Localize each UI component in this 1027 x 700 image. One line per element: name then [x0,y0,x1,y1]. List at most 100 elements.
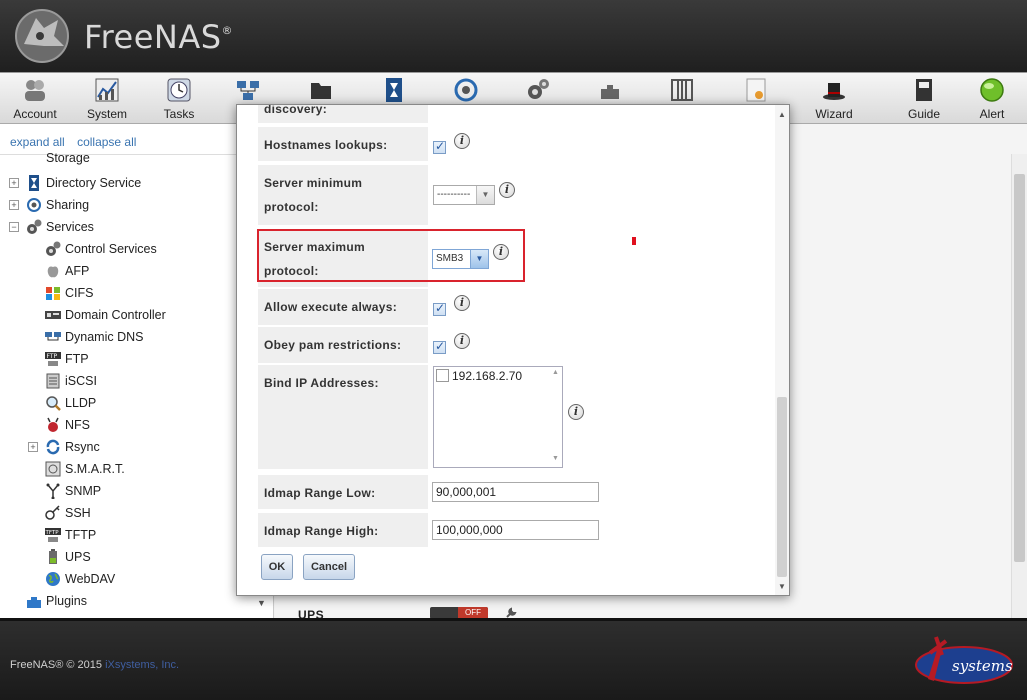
magnifier-icon [46,396,61,411]
toolbar-wizard[interactable]: Wizard [804,75,864,123]
bind-ip-checkbox[interactable] [436,369,449,382]
sidebar-item-domain-controller[interactable]: Domain Controller [0,305,273,325]
ixsystems-link[interactable]: iXsystems, Inc. [105,659,179,671]
form-row-bind-ip-addresses: Bind IP Addresses: 192.168.2.70 ▲ ▼ i [258,365,773,469]
tasks-icon [167,78,191,102]
server-min-protocol-select[interactable]: ---------- ▼ [433,185,495,205]
sidebar-item-nfs[interactable]: NFS [0,415,273,435]
dialog-scrollbar-thumb[interactable] [777,397,787,577]
obey-pam-restrictions-checkbox[interactable] [433,339,446,354]
scroll-down-icon[interactable]: ▼ [552,455,559,462]
sidebar-item-ftp[interactable]: FTP FTP [0,349,273,369]
toolbar-guide[interactable]: Guide [894,75,954,123]
sidebar-item-cifs[interactable]: CIFS [0,283,273,303]
network-icon [237,81,259,100]
toolbar-alert[interactable]: Alert [962,75,1022,123]
sidebar-item-afp[interactable]: AFP [0,261,273,281]
expand-all-link[interactable]: expand all [10,135,65,149]
info-icon[interactable]: i [568,404,584,420]
globe-icon [46,572,60,586]
idmap-range-low-input[interactable]: 90,000,001 [432,482,599,502]
allow-execute-always-checkbox[interactable] [433,301,446,316]
sidebar-item-ups[interactable]: UPS [0,547,273,567]
sidebar-item-iscsi[interactable]: iSCSI [0,371,273,391]
nfs-icon [47,417,59,432]
sidebar-item-sharing[interactable]: + Sharing [0,195,273,215]
directory-icon [386,78,402,102]
plugins-icon [601,85,619,99]
collapse-all-link[interactable]: collapse all [77,135,136,149]
ssh-icon [45,505,60,520]
iscsi-icon [46,373,60,389]
expand-icon[interactable]: + [9,200,19,210]
sidebar-item-control-services[interactable]: Control Services [0,239,273,259]
tree-controls: expand all collapse all [10,135,145,149]
jails-icon [671,79,693,101]
svg-text:TFTP: TFTP [45,530,59,536]
scroll-down-icon[interactable]: ▼ [778,582,786,591]
expand-icon[interactable]: + [28,442,38,452]
scroll-up-icon[interactable]: ▲ [552,369,559,376]
svg-text:FTP: FTP [47,353,58,360]
sidebar-item-smart[interactable]: S.M.A.R.T. [0,459,273,479]
snmp-icon [46,483,60,499]
info-icon[interactable]: i [454,133,470,149]
control-services-icon [46,241,61,256]
sidebar-item-ssh[interactable]: SSH [0,503,273,523]
cancel-button[interactable]: Cancel [303,554,355,580]
dialog-scrollbar[interactable]: ▲ ▼ [775,105,789,595]
form-row-server-min-protocol: Server minimum protocol: ---------- ▼ i [258,165,773,225]
sidebar-item-rsync[interactable]: + Rsync [0,437,273,457]
toolbar-account[interactable]: Account [5,75,65,123]
expand-icon[interactable]: + [9,178,19,188]
info-icon[interactable]: i [454,295,470,311]
ok-button[interactable]: OK [261,554,293,580]
tree-divider [0,154,273,155]
sidebar-item-webdav[interactable]: WebDAV [0,569,273,589]
sidebar-item-lldp[interactable]: LLDP [0,393,273,413]
main-scrollbar-thumb[interactable] [1014,174,1025,562]
info-icon[interactable]: i [454,333,470,349]
sidebar-tree: expand all collapse all Storage + Direct… [0,124,274,618]
alert-icon [980,78,1004,102]
sidebar-item-services[interactable]: − Services [0,217,273,237]
storage-icon [311,83,331,99]
sidebar-item-dynamic-dns[interactable]: Dynamic DNS [0,327,273,347]
guide-icon [916,79,932,101]
header-bar: FreeNAS® [0,0,1027,72]
sidebar-item-tftp[interactable]: TFTP TFTP [0,525,273,545]
form-row-discovery: discovery: [258,105,773,123]
footer: FreeNAS® © 2015 iXsystems, Inc. systems [0,618,1027,700]
sidebar-item-snmp[interactable]: SNMP [0,481,273,501]
smart-icon [45,461,61,477]
collapse-icon[interactable]: − [9,222,19,232]
dialog-form: discovery: Hostnames lookups: i Server m… [237,105,775,595]
domain-controller-icon [45,311,61,319]
ixsystems-logo-icon: systems [915,636,1013,684]
info-icon[interactable]: i [499,182,515,198]
bind-ip-listbox[interactable]: 192.168.2.70 ▲ ▼ [433,366,563,468]
chevron-down-icon: ▼ [476,186,494,204]
svg-text:systems: systems [952,657,1013,675]
listbox-scrollbar[interactable]: ▲ ▼ [550,367,562,467]
scroll-up-icon[interactable]: ▲ [778,110,786,119]
services-icon [528,79,549,99]
toolbar-system[interactable]: System [77,75,137,123]
form-row-idmap-range-low: Idmap Range Low: 90,000,001 [258,475,773,509]
sidebar-scroll-down-icon[interactable]: ▼ [257,598,269,610]
cursor-marker [632,237,636,245]
ftp-icon: FTP [45,352,61,366]
form-row-allow-execute-always: Allow execute always: i [258,289,773,325]
form-row-hostnames-lookups: Hostnames lookups: i [258,127,773,161]
battery-icon [49,549,57,564]
bind-ip-option[interactable]: 192.168.2.70 [436,369,522,383]
hostnames-lookups-checkbox[interactable] [433,139,446,154]
sidebar-item-directory-service[interactable]: + Directory Service [0,173,273,193]
toolbar-tasks[interactable]: Tasks [149,75,209,123]
sidebar-item-plugins[interactable]: Plugins [0,591,273,611]
sharing-icon [454,78,478,102]
sharing-icon [27,198,41,212]
tftp-icon: TFTP [45,528,61,542]
main-scrollbar[interactable] [1011,154,1027,618]
idmap-range-high-input[interactable]: 100,000,000 [432,520,599,540]
